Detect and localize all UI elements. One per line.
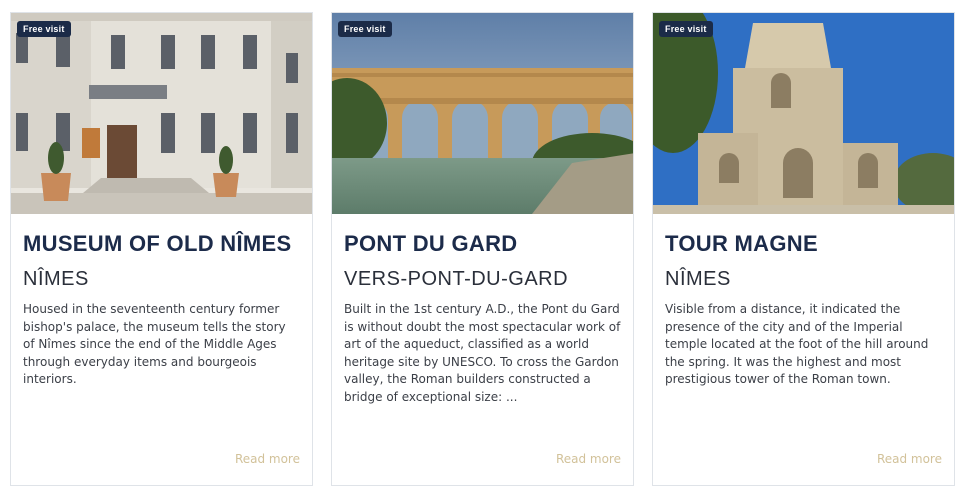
attraction-card-museum[interactable]: Free visit MUSEUM OF OLD NÎMES NÎMES Hou…	[10, 12, 313, 486]
card-city: NÎMES	[23, 268, 89, 290]
pont-du-gard-photo	[332, 13, 633, 214]
card-description: Housed in the seventeenth century former…	[23, 302, 286, 386]
museum-photo	[11, 13, 312, 214]
card-description: Visible from a distance, it indicated th…	[665, 302, 929, 386]
free-visit-badge: Free visit	[338, 21, 392, 37]
read-more-link[interactable]: Read more	[556, 452, 621, 466]
attraction-card-pont-du-gard[interactable]: Free visit PONT DU GARD VERS-PONT-DU-GAR…	[331, 12, 634, 486]
card-title[interactable]: TOUR MAGNE	[665, 230, 942, 258]
card-title[interactable]: PONT DU GARD	[344, 230, 621, 258]
card-image[interactable]: Free visit	[653, 13, 954, 214]
read-more-link[interactable]: Read more	[877, 452, 942, 466]
card-grid: Free visit MUSEUM OF OLD NÎMES NÎMES Hou…	[0, 0, 966, 498]
card-description: Built in the 1st century A.D., the Pont …	[344, 302, 621, 404]
tour-magne-photo	[653, 13, 954, 214]
card-city: NÎMES	[665, 268, 731, 290]
free-visit-badge: Free visit	[659, 21, 713, 37]
read-more-link[interactable]: Read more	[235, 452, 300, 466]
card-title[interactable]: MUSEUM OF OLD NÎMES	[23, 230, 300, 258]
card-city: VERS-PONT-DU-GARD	[344, 268, 569, 290]
card-image[interactable]: Free visit	[11, 13, 312, 214]
card-image[interactable]: Free visit	[332, 13, 633, 214]
free-visit-badge: Free visit	[17, 21, 71, 37]
attraction-card-tour-magne[interactable]: Free visit TOUR MAGNE NÎMES Visible from…	[652, 12, 955, 486]
